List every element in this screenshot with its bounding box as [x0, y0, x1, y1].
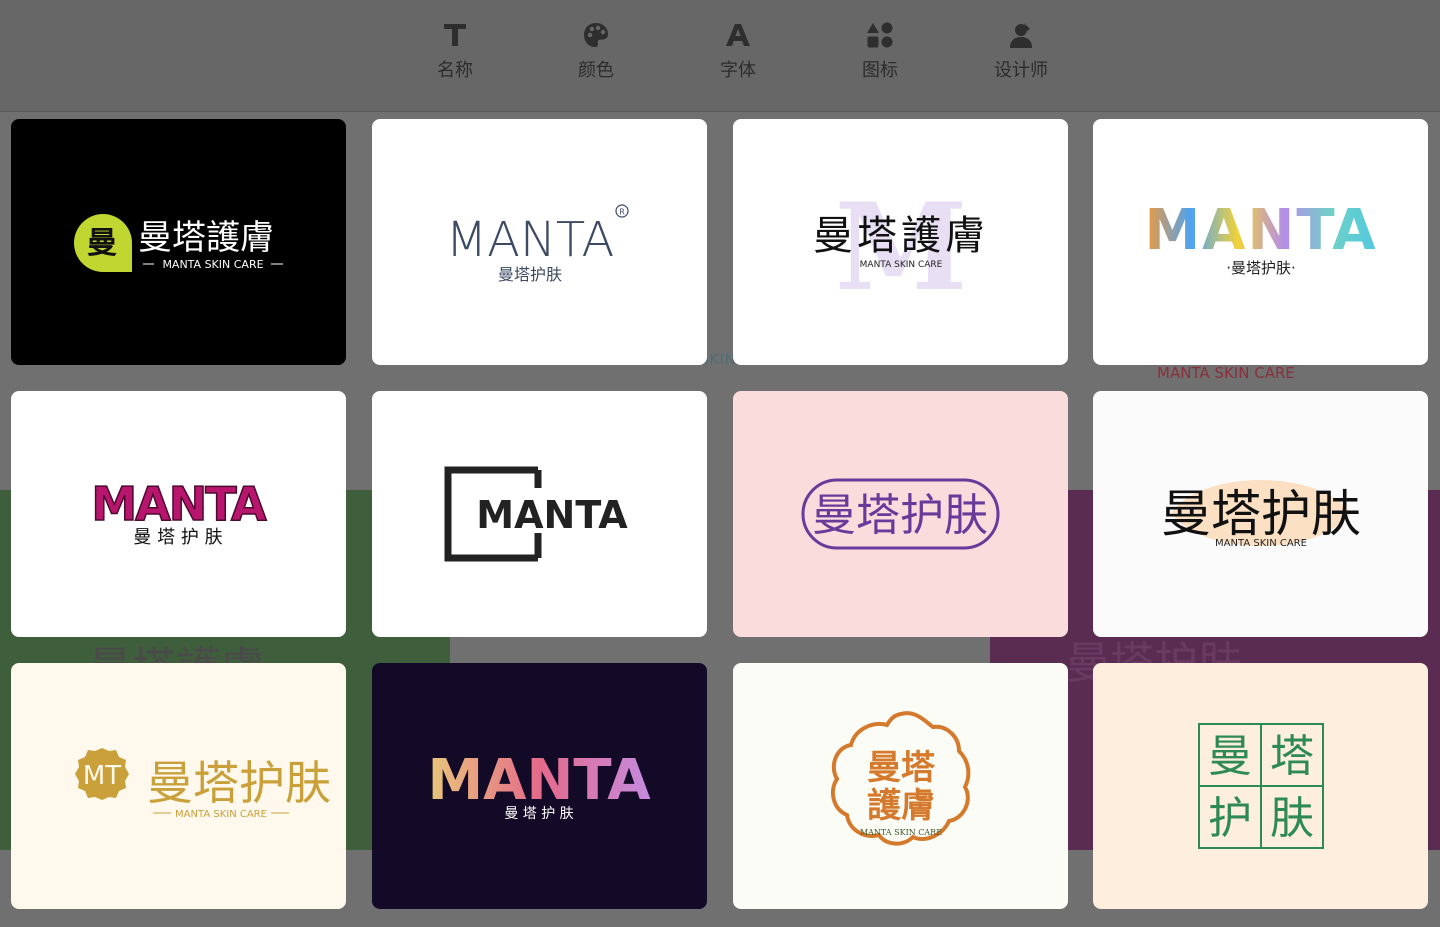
brand-cn: 曼 塔 护 肤	[133, 527, 222, 548]
logo-preview: MT 曼塔护肤 MANTA SKIN CARE	[75, 748, 331, 820]
logo-card[interactable]: 曼 塔 护 肤	[1093, 663, 1428, 909]
tagline: MANTA SKIN CARE	[860, 828, 942, 837]
logo-card[interactable]: MANTA 曼 塔 护 肤	[11, 391, 346, 637]
logo-card[interactable]: M 曼塔護膚 MANTA SKIN CARE	[733, 119, 1068, 365]
brand-cn-line2: 護膚	[867, 786, 935, 826]
logo-preview: MANTA R 曼塔护肤	[446, 204, 629, 284]
logo-card[interactable]: MT 曼塔护肤 MANTA SKIN CARE	[11, 663, 346, 909]
tool-icon[interactable]: 图标	[835, 18, 925, 90]
logo-card[interactable]: 曼塔护肤	[733, 391, 1068, 637]
tool-color[interactable]: 颜色	[551, 18, 641, 90]
brand-cn: 曼塔护肤	[1161, 485, 1361, 543]
palette-icon	[582, 18, 610, 52]
logo-preview: 曼 塔 护 肤	[1198, 723, 1324, 849]
tagline: MANTA SKIN CARE	[860, 260, 943, 270]
logo-preview: M 曼塔護膚 MANTA SKIN CARE	[813, 177, 989, 318]
logo-card[interactable]: MANTA 曼 塔 护 肤	[372, 663, 707, 909]
logo-preview: 曼塔 護膚 MANTA SKIN CARE	[830, 711, 971, 846]
svg-text:R: R	[619, 208, 625, 217]
brand-cn: 曼塔护肤	[498, 265, 562, 284]
tool-label: 字体	[720, 60, 756, 81]
logo-preview: MANTA 曼 塔 护 肤	[427, 748, 651, 822]
logo-preview: MANTA ·曼塔护肤·	[1144, 198, 1377, 277]
brand-en: MANTA	[446, 212, 615, 268]
logo-preview: MANTA 曼 塔 护 肤	[91, 476, 270, 548]
tool-name[interactable]: 名称	[410, 18, 500, 90]
tool-font[interactable]: 字体	[693, 18, 783, 90]
brand-cn: 曼塔護膚	[138, 218, 274, 258]
logo-card[interactable]: 曼塔护肤 MANTA SKIN CARE	[1093, 391, 1428, 637]
tool-label: 图标	[862, 60, 898, 81]
brand-cn-line1: 曼塔	[867, 748, 936, 788]
logo-card[interactable]: MANTA	[372, 391, 707, 637]
tool-designer[interactable]: 设计师	[976, 18, 1066, 90]
logo-card[interactable]: MANTA ·曼塔护肤·	[1093, 119, 1428, 365]
tagline: MANTA SKIN CARE	[175, 809, 267, 820]
logo-preview: 曼塔护肤	[801, 478, 1000, 550]
grid-char: 肤	[1270, 793, 1314, 844]
logo-card[interactable]: 曼 曼塔護膚 MANTA SKIN CARE	[11, 119, 346, 365]
logo-preview: MANTA	[444, 466, 628, 562]
designer-icon	[1008, 18, 1034, 52]
logo-preview: 曼塔护肤 MANTA SKIN CARE	[1161, 480, 1361, 549]
badge-text: MT	[83, 761, 121, 791]
tagline: MANTA SKIN CARE	[1215, 538, 1307, 549]
logo-card[interactable]: MANTA R 曼塔护肤	[372, 119, 707, 365]
filter-toolbar: 名称 颜色 字体 图标 设计师	[0, 0, 1440, 112]
brand-cn: 曼塔护肤	[812, 490, 988, 541]
brand-en: MANTA	[427, 748, 651, 813]
badge-char: 曼	[87, 226, 117, 261]
brand-en: MANTA	[91, 477, 267, 531]
tool-label: 设计师	[994, 60, 1048, 81]
brand-cn: ·曼塔护肤·	[1226, 259, 1296, 277]
brand-cn: 曼 塔 护 肤	[504, 806, 573, 822]
logo-card[interactable]: 曼塔 護膚 MANTA SKIN CARE	[733, 663, 1068, 909]
tagline: MANTA SKIN CARE	[162, 258, 263, 271]
brand-cn: 曼塔护肤	[147, 756, 331, 810]
brand-cn: 曼塔護膚	[813, 213, 989, 259]
logo-preview: 曼 曼塔護膚 MANTA SKIN CARE	[74, 214, 283, 272]
grid-char: 护	[1208, 793, 1252, 844]
brand-en: MANTA	[476, 493, 628, 537]
tool-label: 颜色	[578, 60, 614, 81]
shapes-icon	[866, 18, 894, 52]
brand-en: MANTA	[1144, 198, 1377, 263]
text-t-icon	[442, 18, 468, 52]
font-a-icon	[725, 18, 751, 52]
background-red-caption: MANTA SKIN CARE	[1157, 364, 1295, 382]
grid-char: 塔	[1270, 731, 1314, 782]
grid-char: 曼	[1208, 731, 1252, 782]
tool-label: 名称	[437, 60, 473, 81]
